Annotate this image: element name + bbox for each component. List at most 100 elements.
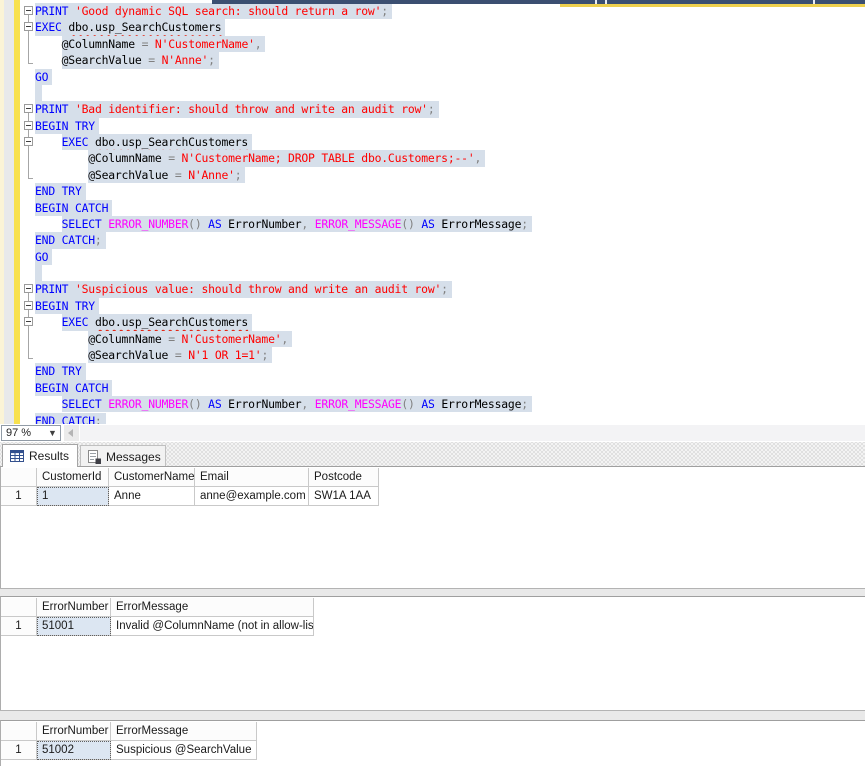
fold-connector: [28, 309, 29, 318]
code-line-24[interactable]: BEGIN CATCH: [35, 379, 113, 397]
code-line-17[interactable]: [35, 265, 42, 282]
grid-column-header[interactable]: CustomerId: [37, 468, 109, 487]
token-str: N'CustomerName; DROP TABLE dbo.Customers…: [181, 151, 475, 166]
fold-collapse-box[interactable]: [24, 6, 33, 15]
grid-cell[interactable]: anne@example.com: [195, 487, 309, 506]
code-line-19[interactable]: BEGIN TRY: [35, 297, 99, 315]
code-line-5[interactable]: GO: [35, 68, 53, 85]
token-sp: [308, 397, 315, 411]
fold-collapse-box[interactable]: [24, 137, 33, 147]
code-line-11[interactable]: @SearchValue = N'Anne';: [35, 166, 246, 184]
token-op: ,: [474, 151, 482, 166]
grid-column-header[interactable]: ErrorNumber: [37, 598, 111, 617]
fold-collapse-box[interactable]: [24, 120, 33, 130]
selection-highlight: SELECT ERROR_NUMBER() AS ErrorNumber, ER…: [61, 396, 532, 413]
code-line-21[interactable]: @ColumnName = N'CustomerName',: [35, 330, 293, 347]
grid-column-header[interactable]: Email: [195, 468, 309, 487]
row-number-cell[interactable]: 1: [1, 617, 37, 636]
token-op: (): [401, 397, 415, 412]
code-line-26[interactable]: END CATCH;: [35, 412, 106, 425]
token-id: @ColumnName: [88, 151, 162, 166]
selection-highlight: END CATCH;: [35, 232, 106, 249]
code-line-6[interactable]: [35, 84, 42, 102]
token-op: ;: [94, 413, 102, 425]
grid-column-header[interactable]: ErrorMessage: [111, 598, 314, 617]
code-line-7[interactable]: PRINT 'Bad identifier: should throw and …: [35, 101, 439, 118]
selection-highlight: BEGIN CATCH: [35, 199, 113, 216]
token-str: 'Suspicious value: should throw and writ…: [74, 282, 442, 297]
selection-highlight: @ColumnName = N'CustomerName; DROP TABLE…: [88, 150, 486, 167]
row-number-cell[interactable]: 1: [1, 741, 37, 760]
grid-cell[interactable]: Anne: [109, 487, 195, 506]
left-arrow-icon: [68, 429, 73, 437]
grid-cell[interactable]: Suspicious @SearchValue: [111, 741, 257, 760]
code-line-14[interactable]: SELECT ERROR_NUMBER() AS ErrorNumber, ER…: [35, 215, 532, 233]
token-kw: AS: [208, 397, 222, 412]
horizontal-scrollbar[interactable]: [80, 425, 865, 441]
token-id: @ColumnName: [61, 36, 135, 51]
fold-collapse-box[interactable]: [24, 22, 33, 32]
zoom-level-select[interactable]: 97 % ▼: [1, 425, 61, 441]
fold-connector: [28, 15, 29, 23]
grid-corner-cell[interactable]: [1, 722, 37, 741]
grid-column-header[interactable]: Postcode: [309, 468, 379, 487]
code-line-20[interactable]: EXEC dbo.usp_SearchCustomers: [35, 314, 253, 331]
results-grid-panel-1: CustomerId CustomerName Email Postcode 1 1 Ann…: [0, 466, 865, 588]
grid-column-header[interactable]: ErrorMessage: [111, 722, 257, 741]
fold-connector-foot: [28, 177, 33, 179]
code-line-12[interactable]: END TRY: [35, 183, 86, 200]
tab-messages[interactable]: Messages: [80, 445, 166, 467]
grid-column-header[interactable]: ErrorNumber: [37, 722, 111, 741]
code-line-15[interactable]: END CATCH;: [35, 232, 106, 249]
token-op: ;: [234, 167, 242, 182]
token-id: @SearchValue: [88, 167, 169, 182]
code-line-23[interactable]: END TRY: [35, 363, 86, 380]
selection-highlight: @ColumnName = N'CustomerName',: [61, 35, 266, 53]
token-kw: AS: [421, 216, 435, 231]
row-number-cell[interactable]: 1: [1, 487, 37, 506]
token-kw: BEGIN CATCH: [35, 380, 109, 395]
token-id: @SearchValue: [88, 347, 169, 362]
grid-corner-cell[interactable]: [1, 598, 37, 617]
scroll-left-button[interactable]: [64, 425, 79, 441]
fold-collapse-box[interactable]: [24, 300, 33, 310]
code-line-8[interactable]: BEGIN TRY: [35, 117, 99, 135]
grid-cell[interactable]: 51001: [37, 617, 111, 636]
token-op: =: [174, 347, 182, 362]
code-line-4[interactable]: @SearchValue = N'Anne';: [35, 52, 219, 69]
token-kw: EXEC: [61, 315, 89, 330]
grid-cell[interactable]: SW1A 1AA: [309, 487, 379, 506]
fold-collapse-box[interactable]: [24, 284, 33, 294]
results-pane-tabstrip: Results Messages: [0, 442, 865, 467]
fold-collapse-box[interactable]: [24, 104, 33, 114]
grid-cell[interactable]: Invalid @ColumnName (not in allow-list): [111, 617, 314, 636]
code-line-16[interactable]: GO: [35, 248, 53, 266]
token-sp: [68, 4, 75, 18]
code-line-2[interactable]: EXEC dbo.usp_SearchCustomers: [35, 19, 226, 36]
grid-splitter-2[interactable]: [0, 710, 865, 720]
grid-cell[interactable]: 51002: [37, 741, 111, 760]
fold-collapse-box[interactable]: [24, 317, 33, 327]
code-area[interactable]: PRINT 'Good dynamic SQL search: should r…: [35, 0, 865, 424]
tab-results[interactable]: Results: [2, 444, 78, 467]
token-kw: BEGIN TRY: [35, 118, 95, 133]
code-line-18[interactable]: PRINT 'Suspicious value: should throw an…: [35, 281, 452, 298]
code-line-9[interactable]: EXEC dbo.usp_SearchCustomers: [35, 134, 253, 151]
code-line-13[interactable]: BEGIN CATCH: [35, 199, 113, 216]
code-line-3[interactable]: @ColumnName = N'CustomerName',: [35, 35, 266, 53]
grid-column-header[interactable]: CustomerName: [109, 468, 195, 487]
code-line-10[interactable]: @ColumnName = N'CustomerName; DROP TABLE…: [35, 150, 486, 167]
code-line-22[interactable]: @SearchValue = N'1 OR 1=1';: [35, 346, 273, 364]
selection-highlight: @SearchValue = N'Anne';: [61, 52, 219, 69]
code-line-1[interactable]: PRINT 'Good dynamic SQL search: should r…: [35, 3, 392, 20]
grid-corner-cell[interactable]: [1, 468, 37, 487]
token-sp: [68, 102, 75, 116]
grid-cell[interactable]: 1: [37, 487, 109, 506]
grid-splitter-1[interactable]: [0, 588, 865, 596]
token-sp: [308, 217, 315, 231]
sql-editor[interactable]: PRINT 'Good dynamic SQL search: should r…: [0, 0, 865, 424]
code-line-25[interactable]: SELECT ERROR_NUMBER() AS ErrorNumber, ER…: [35, 396, 532, 413]
selection-highlight: END TRY: [35, 363, 86, 380]
